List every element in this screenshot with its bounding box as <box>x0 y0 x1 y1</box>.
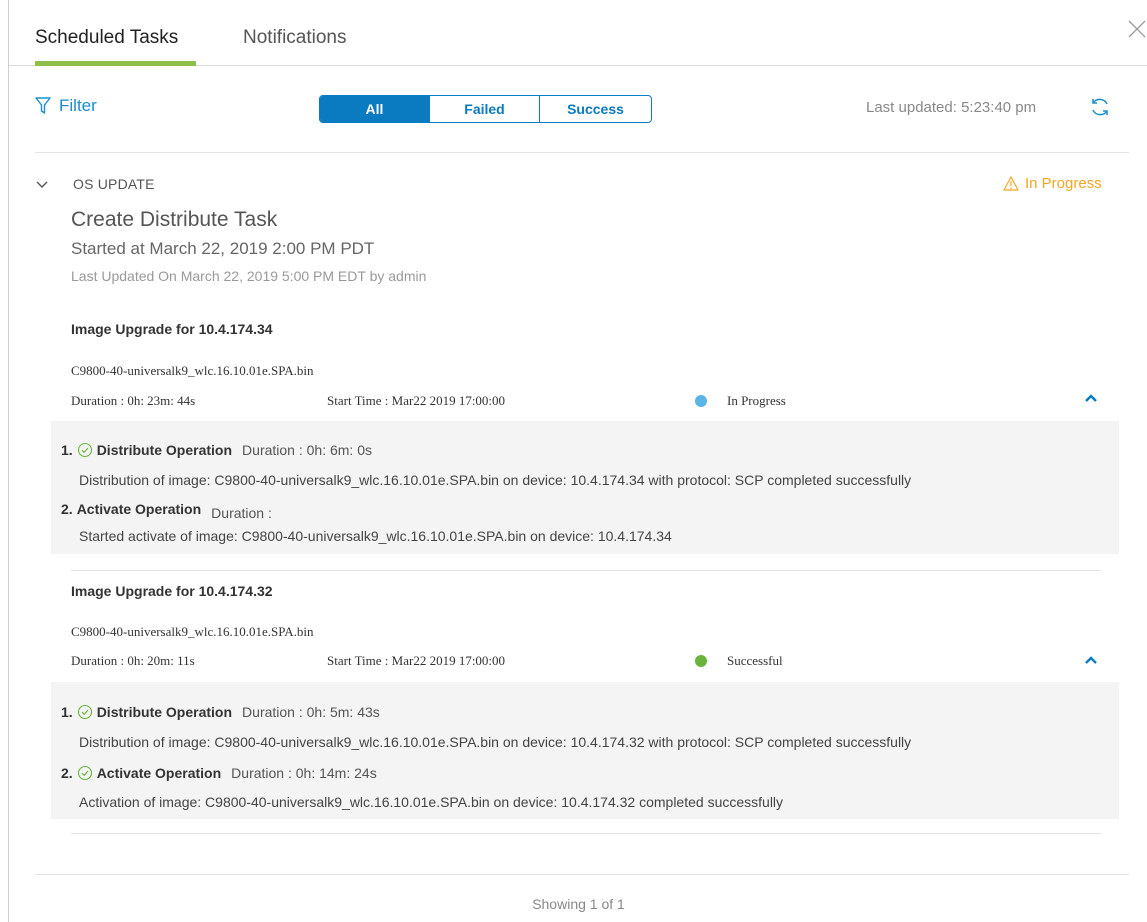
operation-number: 2. <box>61 765 73 781</box>
check-circle-icon <box>77 442 92 458</box>
status-dot <box>695 655 707 667</box>
operations-panel: 1. Distribute Operation Duration : 0h: 6… <box>51 421 1119 554</box>
section-title: OS UPDATE <box>73 176 155 192</box>
operation-duration: Duration : 0h: 5m: 43s <box>242 704 380 720</box>
operation-row: 1. Distribute Operation Duration : 0h: 5… <box>61 704 380 720</box>
operation-number: 1. <box>61 442 73 458</box>
upgrade-divider <box>71 833 1101 834</box>
filter-icon <box>35 97 51 114</box>
filter-label: Filter <box>59 96 97 115</box>
section-status-badge: In Progress <box>1003 175 1102 192</box>
operations-panel: 1. Distribute Operation Duration : 0h: 5… <box>51 682 1119 819</box>
upgrade-divider <box>71 570 1101 571</box>
operation-duration: Duration : 0h: 14m: 24s <box>231 765 377 781</box>
tab-notifications[interactable]: Notifications <box>243 27 347 49</box>
toolbar-divider <box>35 152 1129 153</box>
status-dot <box>695 395 707 407</box>
operation-duration: Duration : <box>211 505 272 521</box>
operation-row: 1. Distribute Operation Duration : 0h: 6… <box>61 442 372 458</box>
caret-up-icon[interactable] <box>1083 392 1099 404</box>
segment-all[interactable]: All <box>320 96 430 122</box>
check-circle-icon <box>77 704 92 720</box>
task-name: Create Distribute Task <box>71 208 278 231</box>
image-file-name: C9800-40-universalk9_wlc.16.10.01e.SPA.b… <box>71 363 314 378</box>
chevron-down-icon[interactable] <box>35 178 49 192</box>
operation-row: 2. Activate Operation Duration : <box>61 501 272 521</box>
footer-divider <box>35 874 1129 875</box>
operation-description: Started activate of image: C9800-40-univ… <box>79 528 672 544</box>
upgrade-status: Successful <box>695 653 783 669</box>
scheduled-tasks-panel: Scheduled Tasks Notifications Filter All… <box>8 0 1147 922</box>
warning-icon <box>1003 176 1019 191</box>
operation-name: Activate Operation <box>96 765 222 781</box>
operation-name: Activate Operation <box>76 501 202 517</box>
filter-button[interactable]: Filter <box>35 96 97 116</box>
segment-failed[interactable]: Failed <box>430 96 540 122</box>
upgrade-start-time: Start Time : Mar22 2019 17:00:00 <box>327 653 506 668</box>
upgrade-start-time: Start Time : Mar22 2019 17:00:00 <box>327 393 506 408</box>
operation-number: 2. <box>61 501 73 517</box>
task-started: Started at March 22, 2019 2:00 PM PDT <box>71 239 375 258</box>
close-icon[interactable] <box>1126 18 1147 40</box>
pagination-summary: Showing 1 of 1 <box>532 896 625 912</box>
upgrade-duration: Duration : 0h: 23m: 44s <box>71 393 196 408</box>
upgrade-status: In Progress <box>695 393 786 409</box>
operation-description: Activation of image: C9800-40-universalk… <box>79 794 784 810</box>
tab-bar: Scheduled Tasks Notifications <box>9 0 1147 66</box>
image-upgrade-title: Image Upgrade for 10.4.174.32 <box>71 583 273 599</box>
caret-up-icon[interactable] <box>1083 654 1099 666</box>
operation-description: Distribution of image: C9800-40-universa… <box>79 734 912 750</box>
image-upgrade-title: Image Upgrade for 10.4.174.34 <box>71 321 273 337</box>
segment-success[interactable]: Success <box>540 96 651 122</box>
tab-scheduled-tasks[interactable]: Scheduled Tasks <box>35 27 178 49</box>
upgrade-status-text: In Progress <box>727 393 786 408</box>
image-file-name: C9800-40-universalk9_wlc.16.10.01e.SPA.b… <box>71 624 314 639</box>
refresh-icon[interactable] <box>1088 95 1112 119</box>
operation-row: 2. Activate Operation Duration : 0h: 14m… <box>61 765 377 781</box>
check-circle-icon <box>77 765 92 781</box>
status-filter-segmented: All Failed Success <box>319 95 652 123</box>
operation-name: Distribute Operation <box>96 442 233 458</box>
section-status-text: In Progress <box>1025 175 1102 192</box>
operation-name: Distribute Operation <box>96 704 233 720</box>
upgrade-status-text: Successful <box>727 653 783 668</box>
upgrade-duration: Duration : 0h: 20m: 11s <box>71 653 195 668</box>
task-last-updated: Last Updated On March 22, 2019 5:00 PM E… <box>71 268 427 284</box>
operation-duration: Duration : 0h: 6m: 0s <box>242 442 372 458</box>
operation-number: 1. <box>61 704 73 720</box>
operation-description: Distribution of image: C9800-40-universa… <box>79 472 912 488</box>
active-tab-indicator <box>35 61 196 66</box>
last-updated-text: Last updated: 5:23:40 pm <box>866 99 1037 116</box>
